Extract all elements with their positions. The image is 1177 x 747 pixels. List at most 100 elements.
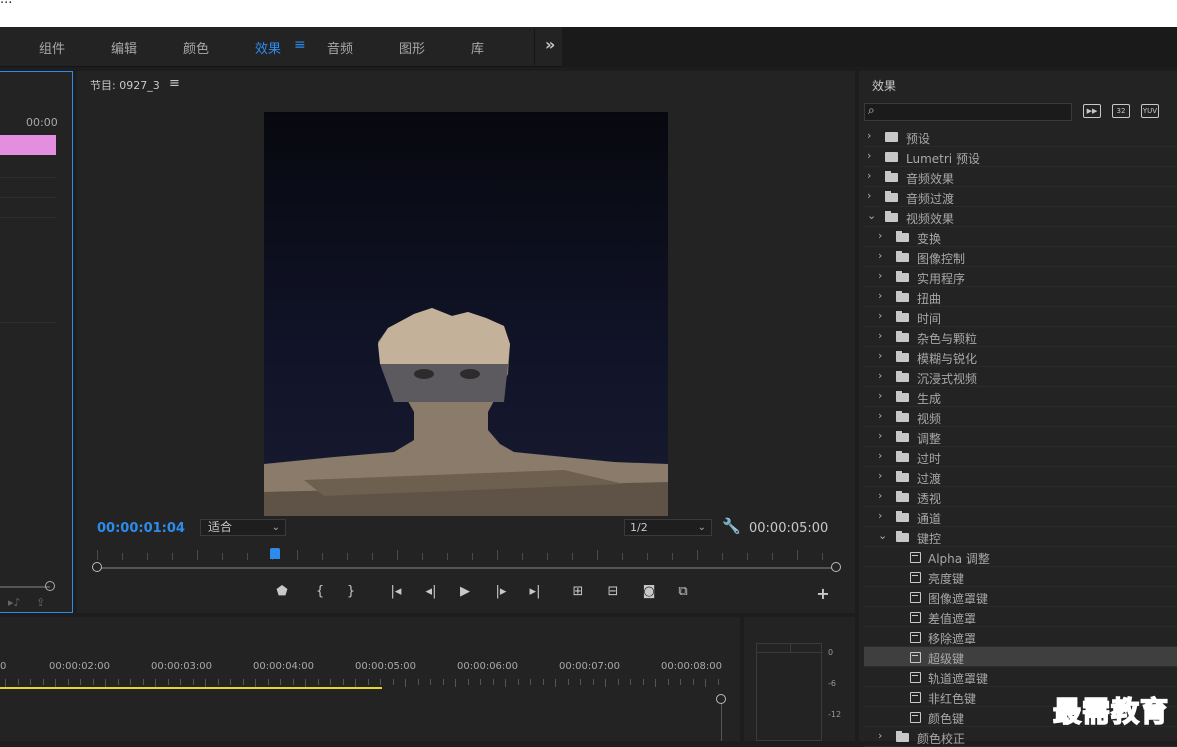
zoom-level-select[interactable]: 适合 ⌄ [200, 519, 286, 536]
workspace-tab-assembly[interactable]: 组件 [39, 38, 65, 57]
workspace-tab-effects[interactable]: 效果 [255, 38, 281, 57]
effects-tree-item[interactable]: 差值遮罩 [864, 607, 1177, 627]
effects-tree-item[interactable]: › 实用程序 [864, 267, 1177, 287]
workspace-tab-editing[interactable]: 编辑 [111, 38, 137, 57]
chevron-right-icon[interactable]: › [878, 369, 882, 382]
chevron-right-icon[interactable]: › [878, 449, 882, 462]
timeline-ruler[interactable] [0, 679, 719, 687]
effects-search-input[interactable]: ⌕ [864, 103, 1072, 121]
effects-tree-item[interactable]: › 调整 [864, 427, 1177, 447]
playhead[interactable] [270, 548, 280, 559]
effects-tree-item[interactable]: › 预设 [864, 127, 1177, 147]
chevron-down-icon[interactable]: ⌄ [878, 529, 887, 542]
work-area-bar[interactable] [0, 687, 382, 689]
scrollbar-handle-right[interactable] [831, 562, 841, 572]
chevron-right-icon[interactable]: › [867, 169, 871, 182]
chevron-right-icon[interactable]: › [878, 729, 882, 742]
workspace-tab-audio[interactable]: 音频 [327, 38, 353, 57]
play-icon[interactable]: ▶ [455, 584, 475, 599]
workspace-tab-libraries[interactable]: 库 [471, 38, 484, 57]
effects-tree-item[interactable]: › 沉浸式视频 [864, 367, 1177, 387]
effects-tree-item[interactable]: ⌄ 键控 [864, 527, 1177, 547]
effects-tree-item[interactable]: › 颜色校正 [864, 727, 1177, 747]
chevron-right-icon[interactable]: › [878, 269, 882, 282]
go-to-in-icon[interactable]: |◂ [386, 584, 406, 599]
effects-tree-item[interactable]: › 过时 [864, 447, 1177, 467]
go-to-out-icon[interactable]: ▸| [525, 584, 545, 599]
workspace-tab-color[interactable]: 颜色 [183, 38, 209, 57]
effects-tree-item[interactable]: 亮度键 [864, 567, 1177, 587]
effects-panel-title[interactable]: 效果 [872, 77, 896, 94]
chevron-right-icon[interactable]: › [878, 429, 882, 442]
button-editor-plus-icon[interactable]: + [813, 584, 833, 603]
mark-in-icon[interactable]: { [310, 584, 330, 599]
current-timecode[interactable]: 00:00:01:04 [97, 521, 185, 536]
lift-icon[interactable]: ⊞ [568, 584, 588, 599]
chevron-right-icon[interactable]: › [878, 309, 882, 322]
chevron-right-icon[interactable]: › [878, 229, 882, 242]
chevron-right-icon[interactable]: › [867, 149, 871, 162]
video-preview[interactable] [264, 112, 668, 516]
chevron-right-icon[interactable]: › [878, 289, 882, 302]
effects-tree-item[interactable]: › 生成 [864, 387, 1177, 407]
timeline-scroll-handle[interactable] [716, 694, 726, 704]
left-panel-scroll-handle[interactable] [45, 581, 55, 591]
effects-tree-item[interactable]: 移除遮罩 [864, 627, 1177, 647]
playback-resolution-select[interactable]: 1/2 ⌄ [624, 519, 712, 536]
wrench-settings-icon[interactable]: 🔧 [722, 517, 741, 535]
effects-tree-item[interactable]: › 杂色与颗粒 [864, 327, 1177, 347]
chevron-right-icon[interactable]: › [878, 469, 882, 482]
left-panel-scrollbar[interactable] [0, 586, 50, 588]
workspace-tab-graphics[interactable]: 图形 [399, 38, 425, 57]
effects-tree-item[interactable]: › 音频过渡 [864, 187, 1177, 207]
panel-menu-icon[interactable]: ≡ [169, 76, 180, 91]
chevron-right-icon[interactable]: › [867, 189, 871, 202]
scrollbar-handle-left[interactable] [92, 562, 102, 572]
mark-out-icon[interactable]: } [341, 584, 361, 599]
effects-tree-item[interactable]: Alpha 调整 [864, 547, 1177, 567]
comparison-view-icon[interactable]: ⧉ [673, 584, 693, 599]
effects-tree-item[interactable]: 图像遮罩键 [864, 587, 1177, 607]
program-monitor-title[interactable]: 节目: 0927_3 [90, 77, 160, 93]
32bit-effects-filter-icon[interactable]: 32 [1112, 104, 1130, 118]
accelerated-effects-filter-icon[interactable]: ▶▶ [1083, 104, 1101, 118]
effects-tree-item[interactable]: 超级键 [864, 647, 1177, 667]
chevron-down-icon[interactable]: ⌄ [867, 209, 876, 222]
chevron-right-icon[interactable]: › [878, 509, 882, 522]
effects-tree-item[interactable]: › 图像控制 [864, 247, 1177, 267]
extract-icon[interactable]: ⊟ [603, 584, 623, 599]
effects-tree-item[interactable]: › 过渡 [864, 467, 1177, 487]
timeline-vertical-scrollbar[interactable] [721, 699, 722, 741]
step-back-icon[interactable]: ◂| [421, 584, 441, 599]
left-panel-clip[interactable] [0, 135, 56, 155]
effects-tree-item[interactable]: › 通道 [864, 507, 1177, 527]
yuv-effects-filter-icon[interactable]: YUV [1141, 104, 1159, 118]
effects-tree-item[interactable]: › 时间 [864, 307, 1177, 327]
workspace-overflow-icon[interactable]: » [545, 35, 555, 54]
effects-tree-item[interactable]: › 视频 [864, 407, 1177, 427]
effects-tree-item[interactable]: › 扭曲 [864, 287, 1177, 307]
monitor-scrollbar[interactable] [97, 567, 837, 569]
effects-tree-item[interactable]: › 变换 [864, 227, 1177, 247]
chevron-right-icon[interactable]: › [878, 389, 882, 402]
chevron-right-icon[interactable]: › [878, 489, 882, 502]
export-icon[interactable]: ⇪ [36, 596, 45, 609]
effects-tree-item[interactable]: 轨道遮罩键 [864, 667, 1177, 687]
monitor-time-ruler[interactable] [97, 547, 837, 561]
chevron-right-icon[interactable]: › [878, 249, 882, 262]
effects-tree-item[interactable]: › 模糊与锐化 [864, 347, 1177, 367]
chevron-right-icon[interactable]: › [878, 329, 882, 342]
effects-tree-item[interactable]: › Lumetri 预设 [864, 147, 1177, 167]
workspace-menu-icon[interactable]: ≡ [294, 37, 306, 53]
chevron-right-icon[interactable]: › [867, 129, 871, 142]
duration-timecode: 00:00:05:00 [749, 521, 829, 536]
camera-icon[interactable]: ◙ [639, 584, 659, 599]
effects-tree-item[interactable]: › 透视 [864, 487, 1177, 507]
step-forward-icon[interactable]: |▸ [491, 584, 511, 599]
effects-tree-item[interactable]: › 音频效果 [864, 167, 1177, 187]
chevron-right-icon[interactable]: › [878, 349, 882, 362]
insert-audio-icon[interactable]: ▸♪ [8, 596, 21, 609]
effects-tree-item[interactable]: ⌄ 视频效果 [864, 207, 1177, 227]
chevron-right-icon[interactable]: › [878, 409, 882, 422]
add-marker-icon[interactable]: ⬟ [272, 584, 292, 599]
